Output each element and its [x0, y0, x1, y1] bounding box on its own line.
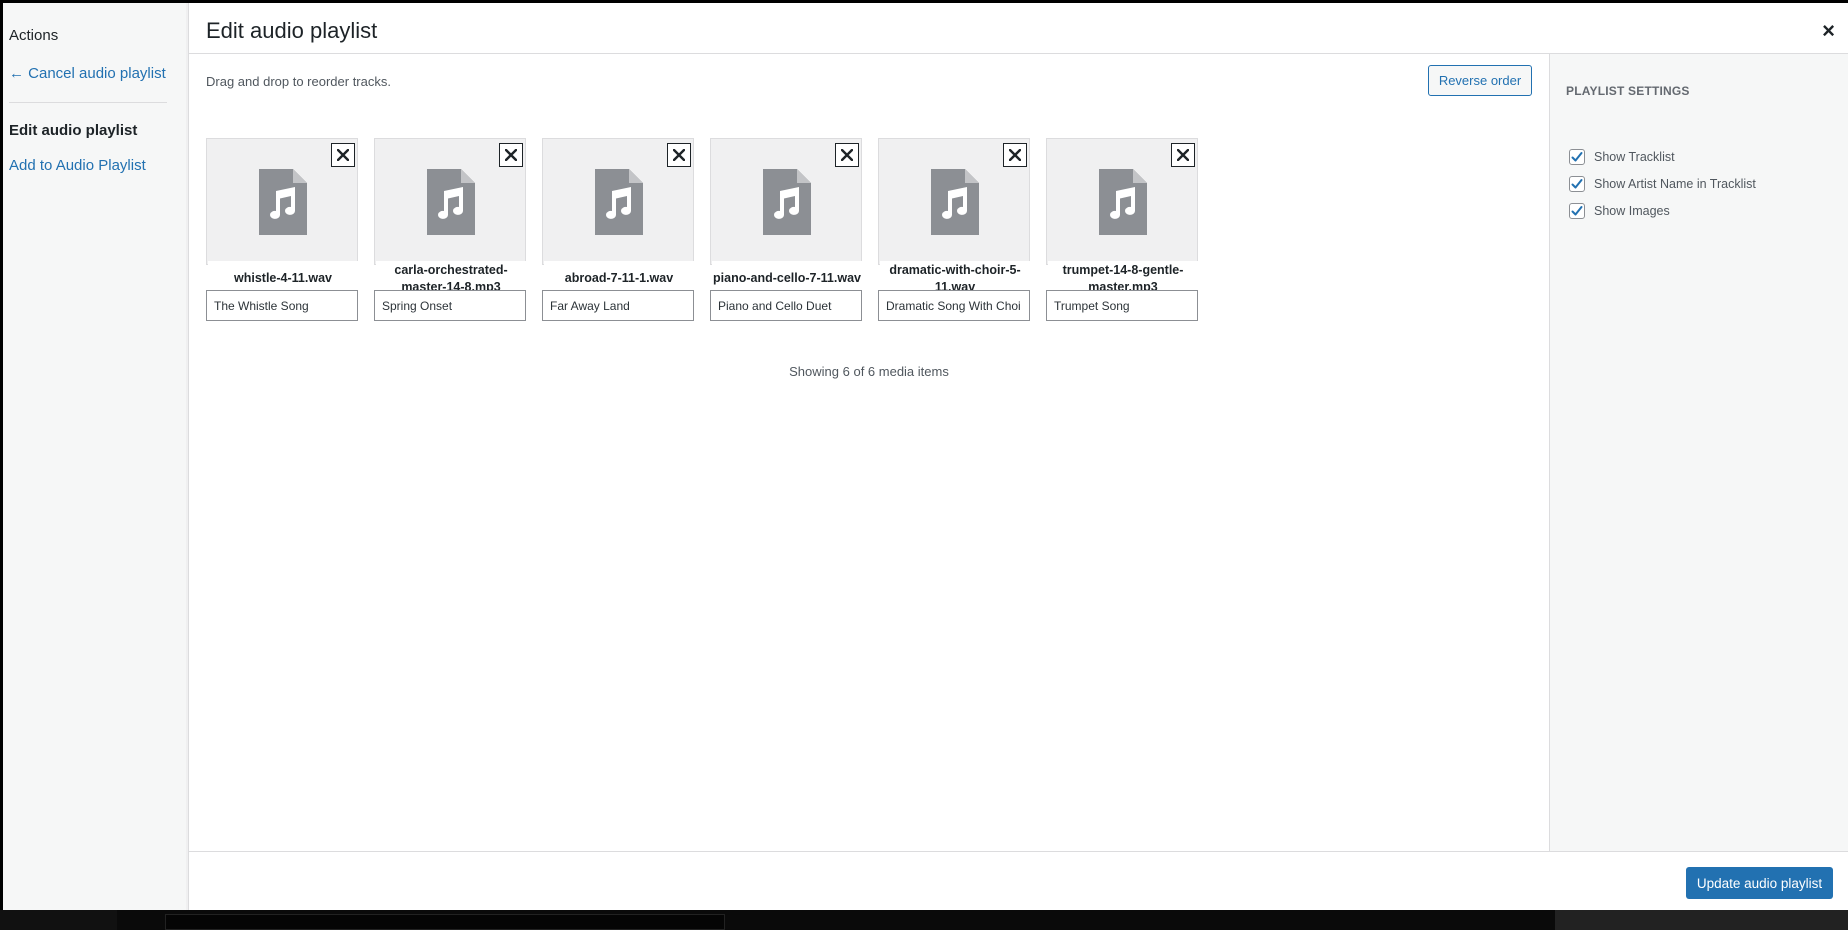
checkbox[interactable]: [1569, 149, 1585, 165]
remove-track-button[interactable]: [331, 143, 355, 167]
media-count: Showing 6 of 6 media items: [789, 364, 949, 379]
track-title-input[interactable]: [710, 290, 862, 321]
track-thumbnail: piano-and-cello-7-11.wav: [710, 138, 862, 296]
cancel-audio-playlist-link[interactable]: ← Cancel audio playlist: [9, 65, 166, 82]
track-item[interactable]: abroad-7-11-1.wav: [542, 138, 694, 321]
track-thumbnail: abroad-7-11-1.wav: [542, 138, 694, 296]
track-item[interactable]: whistle-4-11.wav: [206, 138, 358, 321]
track-thumbnail: carla-orchestrated-master-14-8.mp3: [374, 138, 526, 296]
track-item[interactable]: dramatic-with-choir-5-11.wav: [878, 138, 1030, 321]
add-to-audio-playlist-link[interactable]: Add to Audio Playlist: [9, 157, 146, 174]
setting-label: Show Tracklist: [1594, 150, 1675, 164]
menu-heading: Actions: [9, 27, 59, 44]
close-icon: [673, 149, 685, 161]
track-title-input[interactable]: [542, 290, 694, 321]
track-title-input[interactable]: [1046, 290, 1198, 321]
media-frame-panel: Edit audio playlist × Drag and drop to r…: [188, 3, 1848, 910]
track-thumbnail: whistle-4-11.wav: [206, 138, 358, 296]
checkbox[interactable]: [1569, 176, 1585, 192]
audio-file-icon: [259, 169, 307, 240]
track-title-input[interactable]: [374, 290, 526, 321]
remove-track-button[interactable]: [667, 143, 691, 167]
track-title-input[interactable]: [206, 290, 358, 321]
remove-track-button[interactable]: [499, 143, 523, 167]
remove-track-button[interactable]: [835, 143, 859, 167]
checkmark-icon: [1571, 179, 1583, 189]
track-item[interactable]: trumpet-14-8-gentle-master.mp3: [1046, 138, 1198, 321]
close-icon: [841, 149, 853, 161]
track-item[interactable]: piano-and-cello-7-11.wav: [710, 138, 862, 321]
audio-file-icon: [1099, 169, 1147, 240]
audio-file-icon: [427, 169, 475, 240]
background-strip: [0, 910, 1848, 930]
setting-option[interactable]: Show Artist Name in Tracklist: [1569, 176, 1756, 192]
track-title-input[interactable]: [878, 290, 1030, 321]
setting-label: Show Images: [1594, 204, 1670, 218]
menu-item-edit-audio-playlist[interactable]: Edit audio playlist: [9, 122, 137, 139]
modal-footer: Update audio playlist: [189, 851, 1848, 910]
update-audio-playlist-button[interactable]: Update audio playlist: [1686, 867, 1833, 899]
audio-file-icon: [931, 169, 979, 240]
close-icon: [337, 149, 349, 161]
close-icon[interactable]: ×: [1822, 20, 1835, 42]
audio-file-icon: [763, 169, 811, 240]
remove-track-button[interactable]: [1003, 143, 1027, 167]
reorder-hint: Drag and drop to reorder tracks.: [206, 74, 391, 89]
remove-track-button[interactable]: [1171, 143, 1195, 167]
menu-separator: [9, 102, 167, 103]
app-window: Actions ← Cancel audio playlist Edit aud…: [0, 0, 1848, 910]
playlist-content: Drag and drop to reorder tracks. Reverse…: [189, 54, 1549, 851]
media-frame-menu: Actions ← Cancel audio playlist Edit aud…: [3, 3, 186, 910]
close-icon: [1177, 149, 1189, 161]
track-thumbnail: trumpet-14-8-gentle-master.mp3: [1046, 138, 1198, 296]
setting-option[interactable]: Show Images: [1569, 203, 1670, 219]
checkbox[interactable]: [1569, 203, 1585, 219]
close-icon: [505, 149, 517, 161]
reverse-order-button[interactable]: Reverse order: [1428, 65, 1532, 96]
track-item[interactable]: carla-orchestrated-master-14-8.mp3: [374, 138, 526, 321]
track-thumbnail: dramatic-with-choir-5-11.wav: [878, 138, 1030, 296]
settings-heading: Playlist Settings: [1566, 84, 1690, 98]
page-title: Edit audio playlist: [206, 18, 378, 43]
close-icon: [1009, 149, 1021, 161]
setting-option[interactable]: Show Tracklist: [1569, 149, 1675, 165]
checkmark-icon: [1571, 152, 1583, 162]
audio-file-icon: [595, 169, 643, 240]
checkmark-icon: [1571, 206, 1583, 216]
setting-label: Show Artist Name in Tracklist: [1594, 177, 1756, 191]
playlist-settings-sidebar: Playlist Settings Show Tracklist Show Art…: [1549, 54, 1848, 851]
